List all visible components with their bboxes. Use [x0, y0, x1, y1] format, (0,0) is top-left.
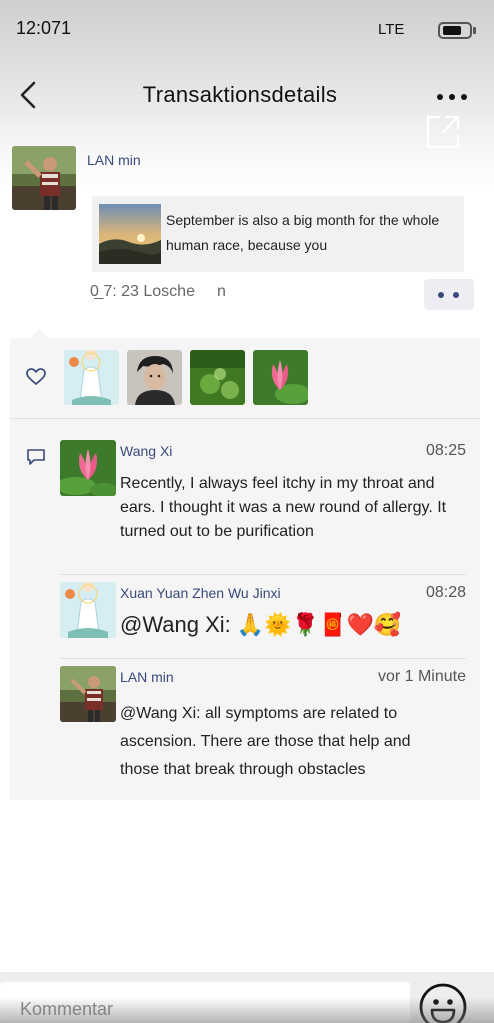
- shared-link-card[interactable]: September is also a big month for the wh…: [92, 196, 464, 272]
- commenter-avatar[interactable]: [60, 440, 116, 496]
- post-meta: 0̲ 7: 23 Losche n: [90, 283, 226, 301]
- portrait-avatar[interactable]: [127, 350, 182, 405]
- back-arrow-icon[interactable]: [18, 80, 40, 110]
- comment-text: @Wang Xi: all symptoms are related to as…: [120, 705, 411, 778]
- guanyin-avatar[interactable]: [64, 350, 119, 405]
- interaction-panel: Wang Xi 08:25 Recently, I always feel it…: [10, 329, 480, 800]
- page-title: Transaktionsdetails: [142, 82, 338, 107]
- heart-icon: [26, 368, 46, 386]
- dot: [438, 292, 444, 298]
- like-comment-menu-button[interactable]: [424, 279, 474, 310]
- green-field-avatar[interactable]: [190, 350, 245, 405]
- likes-divider: [10, 418, 480, 419]
- comment-item[interactable]: Xuan Yuan Zhen Wu Jinxi 08:28 @Wang Xi: …: [60, 582, 466, 646]
- lotus-avatar[interactable]: [253, 350, 308, 405]
- commenter-name[interactable]: LAN min: [120, 669, 174, 685]
- status-bar: 12:071 LTE: [0, 0, 494, 58]
- post-meta-extra: n: [216, 283, 226, 300]
- commenter-name[interactable]: Xuan Yuan Zhen Wu Jinxi: [120, 585, 281, 601]
- comment-input-bar: [0, 972, 494, 1023]
- dot: [453, 292, 459, 298]
- emoji-smiley-icon[interactable]: [418, 982, 468, 1023]
- battery-icon: [438, 22, 472, 39]
- link-thumbnail: [99, 204, 161, 264]
- comment-bubble-icon: [27, 449, 45, 465]
- comment-time: 08:28: [425, 584, 466, 601]
- share-external-icon[interactable]: [424, 113, 462, 151]
- post-author-avatar[interactable]: [12, 146, 76, 210]
- battery-nub: [473, 27, 476, 34]
- commenter-name[interactable]: Wang Xi: [120, 443, 172, 459]
- liker-avatars: [64, 350, 308, 406]
- link-preview-text: September is also a big month for the wh…: [166, 212, 440, 253]
- commenter-avatar[interactable]: [60, 666, 116, 722]
- comment-text: Recently, I always feel itchy in my thro…: [120, 475, 447, 540]
- network-indicator: LTE: [378, 21, 405, 38]
- comment-item[interactable]: Wang Xi 08:25 Recently, I always feel it…: [60, 440, 466, 560]
- comment-text: @Wang Xi: 🙏🌞🌹🧧❤️🥰: [120, 612, 402, 637]
- commenter-avatar[interactable]: [60, 582, 116, 638]
- post-timestamp: 0̲ 7: 23 Losche: [90, 283, 195, 300]
- comment-time: 08:25: [425, 442, 466, 459]
- comment-divider: [60, 574, 466, 575]
- post-author-name[interactable]: LAN min: [87, 152, 141, 168]
- comment-time: vor 1 Minute: [377, 668, 466, 685]
- comment-item[interactable]: LAN min vor 1 Minute @Wang Xi: all sympt…: [60, 666, 466, 786]
- comment-input[interactable]: [0, 982, 410, 1023]
- status-time: 12:071: [16, 18, 72, 38]
- comment-divider: [60, 658, 466, 659]
- more-options-icon[interactable]: [436, 93, 468, 101]
